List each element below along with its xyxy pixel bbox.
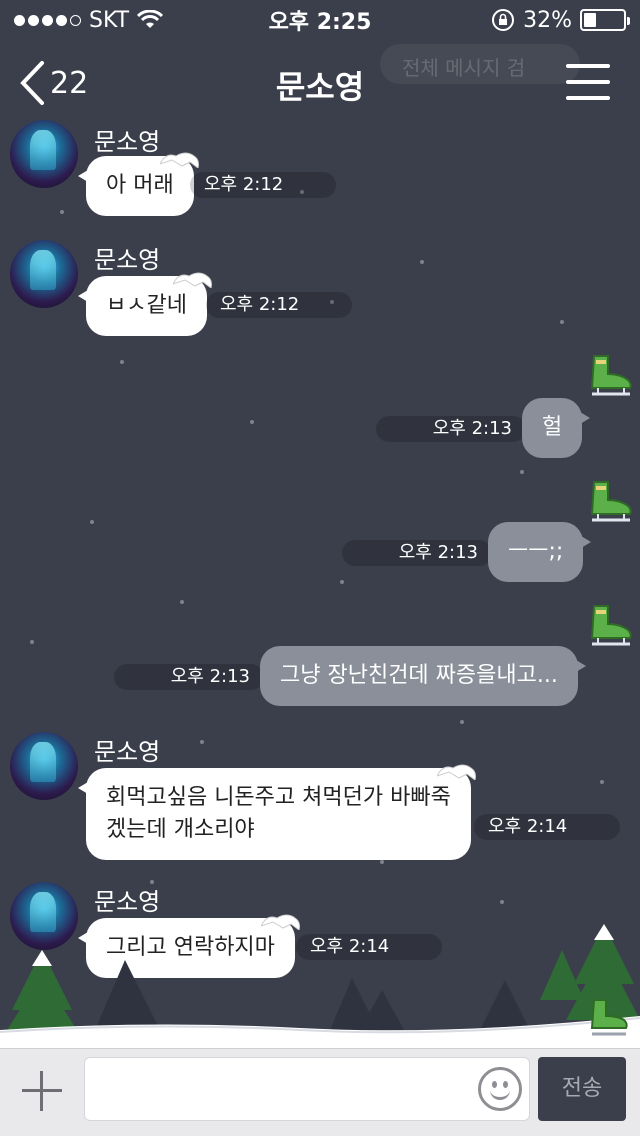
message-text: 헐 — [542, 415, 563, 440]
snow-cap-icon — [436, 764, 476, 780]
status-bar: SKT 오후 2:25 32% — [0, 0, 640, 40]
message-text: 그냥 장난친건데 짜증을내고... — [280, 663, 558, 688]
message-time: 오후 2:12 — [190, 172, 336, 198]
battery-level-fill — [584, 13, 597, 27]
message-bubble[interactable]: 회먹고싶음 니돈주고 쳐먹던가 바빠죽 겠는데 개소리야 — [78, 764, 476, 860]
sender-name: 문소영 — [94, 888, 161, 916]
sender-name: 문소영 — [94, 738, 161, 766]
rotation-lock-icon — [492, 9, 515, 31]
message-time: 오후 2:13 — [114, 664, 264, 690]
message-bubble[interactable]: 아 머래 — [78, 152, 199, 216]
message-bubble[interactable]: 그리고 연락하지마 — [78, 914, 300, 978]
ice-skate-icon — [590, 605, 632, 646]
plus-icon[interactable] — [20, 1069, 64, 1113]
message-bubble[interactable]: 그냥 장난친건데 짜증을내고... — [260, 646, 586, 706]
battery-percent: 32% — [523, 7, 572, 33]
avatar[interactable] — [10, 732, 78, 800]
avatar[interactable] — [10, 120, 78, 188]
snow-cap-icon — [159, 152, 199, 168]
page-title: 문소영 — [275, 68, 365, 106]
message-time: 오후 2:14 — [474, 814, 620, 840]
snow-cap-icon — [260, 914, 300, 930]
battery-icon — [580, 9, 630, 31]
message-time: 오후 2:13 — [342, 540, 492, 566]
message-text: ㅡㅡ;; — [508, 539, 564, 564]
message-time: 오후 2:13 — [376, 416, 526, 442]
nav-bar: 전체 메시지 검 22 문소영 — [0, 40, 640, 128]
snow-cap-icon — [172, 272, 212, 288]
emoji-icon[interactable] — [478, 1067, 522, 1111]
message-text-line: 회먹고싶음 니돈주고 쳐먹던가 바빠죽 — [106, 785, 451, 810]
hamburger-menu-icon[interactable] — [566, 64, 610, 100]
send-button[interactable]: 전송 — [538, 1057, 626, 1121]
message-time: 오후 2:12 — [206, 292, 352, 318]
message-time: 오후 2:14 — [296, 934, 442, 960]
message-text: ㅂㅅ같네 — [106, 293, 187, 318]
avatar[interactable] — [10, 240, 78, 308]
chat-log[interactable]: 문소영 아 머래 오후 2:12 문소영 ㅂㅅ같네 오후 2:12 오후 2:1… — [0, 120, 640, 1048]
message-text: 아 머래 — [106, 173, 174, 198]
message-bubble[interactable]: ㅂㅅ같네 — [78, 272, 212, 336]
avatar[interactable] — [10, 882, 78, 950]
wifi-icon — [137, 10, 164, 28]
sender-name: 문소영 — [94, 128, 161, 156]
message-bubble[interactable]: 헐 — [522, 398, 591, 458]
ice-skate-icon — [590, 481, 632, 522]
message-input-bar: 전송 — [0, 1048, 640, 1136]
message-text-line: 겠는데 개소리야 — [106, 817, 255, 842]
sender-name: 문소영 — [94, 246, 161, 274]
message-input[interactable] — [84, 1057, 530, 1121]
message-bubble[interactable]: ㅡㅡ;; — [488, 522, 592, 582]
carrier-label: SKT — [89, 7, 130, 33]
ice-skate-icon — [590, 355, 632, 396]
message-text: 그리고 연락하지마 — [106, 935, 275, 960]
signal-strength-icon — [14, 14, 81, 26]
